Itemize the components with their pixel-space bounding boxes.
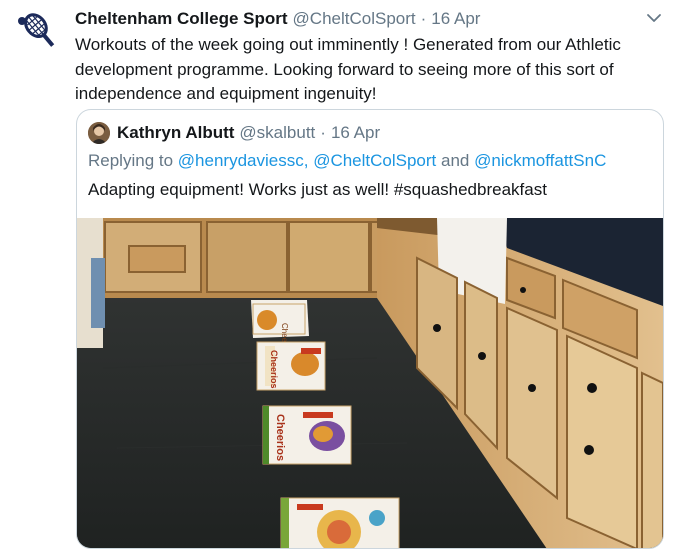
cereal-box-label: Cheerios	[274, 414, 286, 461]
tweet-text: Workouts of the week going out imminentl…	[75, 35, 621, 103]
tweet-header: Cheltenham College Sport @CheltColSport …	[75, 8, 664, 30]
replying-to-label: Replying to	[88, 151, 174, 170]
quoted-author-handle[interactable]: @skalbutt	[239, 123, 315, 143]
cereal-box	[280, 497, 400, 548]
quoted-tweet-header: Kathryn Albutt @skalbutt · 16 Apr	[88, 122, 380, 144]
tennis-racket-icon	[10, 8, 60, 58]
tweet[interactable]: Cheltenham College Sport @CheltColSport …	[0, 0, 678, 560]
separator-dot: ·	[420, 9, 427, 28]
quoted-tweet-text: Adapting equipment! Works just as well! …	[88, 180, 547, 199]
quoted-author-name[interactable]: Kathryn Albutt	[117, 123, 234, 143]
quoted-tweet[interactable]: Kathryn Albutt @skalbutt · 16 Apr Replyi…	[76, 109, 664, 549]
quoted-author-avatar[interactable]	[88, 122, 110, 144]
mention-joiner: and	[441, 151, 470, 170]
profile-photo-icon	[88, 122, 110, 144]
tweet-menu-button[interactable]	[644, 8, 664, 28]
cereal-box: Cheerios	[256, 341, 326, 391]
chevron-down-icon	[647, 14, 661, 22]
author-name[interactable]: Cheltenham College Sport	[75, 9, 288, 29]
quoted-tweet-photo[interactable]: Cheerios Cheerios Cheerios	[77, 218, 663, 548]
cereal-box-label: Cheerios	[269, 350, 279, 389]
cereal-box: Cheerios	[262, 405, 352, 465]
mention-link[interactable]: @henrydaviessc,	[178, 151, 309, 170]
tweet-timestamp[interactable]: 16 Apr	[431, 9, 480, 29]
author-handle[interactable]: @CheltColSport	[293, 9, 416, 29]
separator-dot: ·	[320, 123, 326, 142]
kitchen-photo: Cheerios Cheerios Cheerios	[77, 218, 663, 548]
mention-link[interactable]: @CheltColSport	[313, 151, 436, 170]
quoted-timestamp[interactable]: 16 Apr	[331, 123, 380, 143]
mention-link[interactable]: @nickmoffattSnC	[474, 151, 606, 170]
replying-to-line: Replying to @henrydaviessc, @CheltColSpo…	[88, 151, 606, 171]
author-avatar[interactable]	[10, 8, 60, 58]
